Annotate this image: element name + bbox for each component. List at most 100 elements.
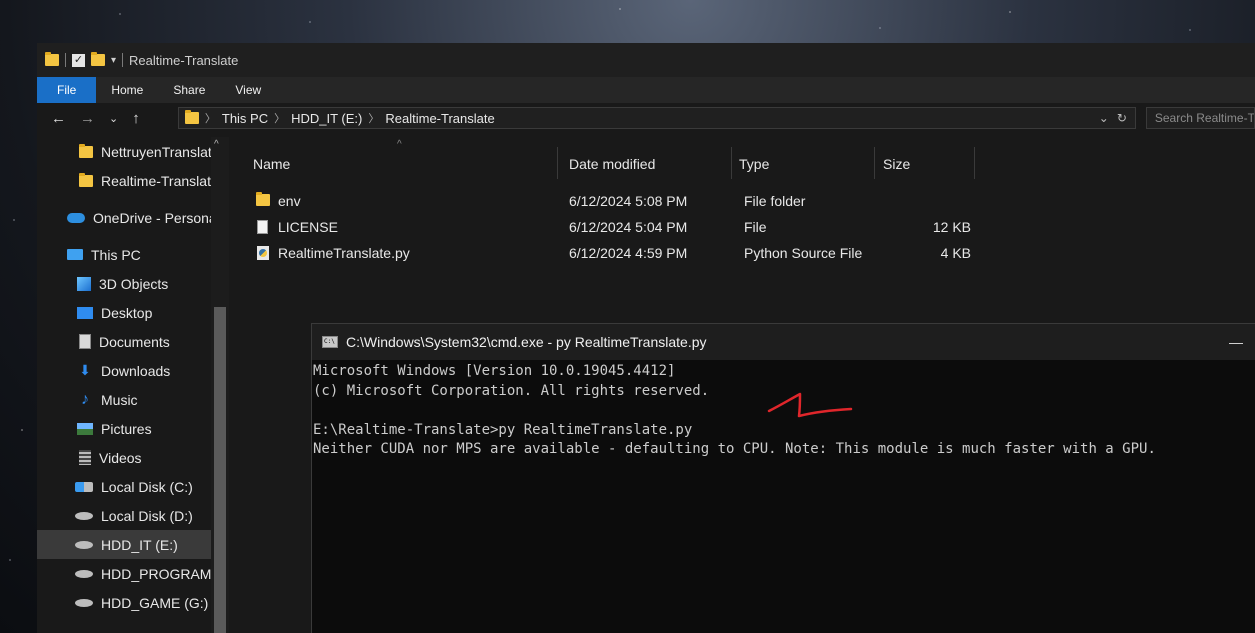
- navigation-buttons: ← → ⌄ ↑: [37, 110, 178, 127]
- file-size: 4 KB: [940, 245, 971, 261]
- window-title: Realtime-Translate: [129, 52, 239, 68]
- search-input[interactable]: Search Realtime-Translate: [1145, 107, 1255, 129]
- sidebar-item-label: Documents: [99, 333, 170, 350]
- column-divider[interactable]: [874, 147, 875, 179]
- folder-icon-wrap: [256, 192, 270, 208]
- sidebar-item-label: Music: [101, 391, 138, 408]
- sidebar-item-3d-objects[interactable]: 3D Objects: [37, 269, 229, 298]
- column-divider[interactable]: [557, 147, 558, 179]
- file-row-env[interactable]: env 6/12/2024 5:08 PM File folder: [229, 188, 1255, 214]
- address-bar[interactable]: 〉 This PC 〉 HDD_IT (E:) 〉 Realtime-Trans…: [177, 107, 1136, 129]
- annotation-stroke: [767, 392, 853, 418]
- python-file-icon-wrap: [257, 246, 269, 260]
- breadcrumb-realtime-translate[interactable]: Realtime-Translate: [385, 111, 494, 126]
- documents-icon: [79, 334, 91, 349]
- sidebar-item-label: HDD_IT (E:): [101, 536, 178, 553]
- sidebar-item-label: 3D Objects: [99, 275, 169, 292]
- breadcrumb-chevron-icon[interactable]: 〉: [205, 110, 216, 126]
- sidebar-item-label: Downloads: [101, 362, 171, 379]
- sidebar-item-label: Desktop: [101, 304, 153, 321]
- tab-view[interactable]: View: [220, 77, 276, 103]
- sidebar-item-local-disk-c[interactable]: Local Disk (C:): [37, 472, 229, 501]
- file-name: LICENSE: [278, 219, 338, 235]
- sidebar-item-local-disk-d[interactable]: Local Disk (D:): [37, 501, 229, 530]
- refresh-icon[interactable]: ↻: [1117, 111, 1127, 125]
- sidebar-item-label: HDD_GAME (G:): [101, 594, 209, 611]
- file-date: 6/12/2024 4:59 PM: [569, 245, 688, 261]
- sidebar-item-videos[interactable]: Videos: [37, 443, 229, 472]
- pictures-icon: [77, 422, 93, 435]
- tab-file[interactable]: File: [37, 77, 97, 103]
- command-prompt-window[interactable]: C:\ C:\Windows\System32\cmd.exe - py Rea…: [311, 323, 1255, 633]
- column-name[interactable]: Name: [247, 149, 557, 179]
- videos-icon: [79, 450, 91, 465]
- disk-icon: [75, 569, 93, 578]
- breadcrumb-chevron-icon[interactable]: 〉: [274, 110, 285, 126]
- disk-icon: [75, 598, 93, 607]
- computer-icon: [67, 249, 83, 260]
- onedrive-icon: [67, 212, 85, 223]
- file-name: env: [278, 193, 301, 209]
- 3d-objects-icon: [77, 276, 91, 291]
- column-size[interactable]: Size: [877, 149, 973, 179]
- breadcrumb-this-pc[interactable]: This PC: [222, 111, 268, 126]
- tab-share[interactable]: Share: [158, 77, 220, 103]
- explorer-titlebar: ✓ ▾ Realtime-Translate: [37, 43, 1255, 77]
- file-size: 12 KB: [932, 219, 971, 235]
- recent-locations-chevron-icon[interactable]: ⌄: [109, 112, 118, 125]
- desktop-icon: [77, 306, 93, 319]
- sidebar-item-realtime-translate[interactable]: Realtime-Translate: [37, 166, 229, 195]
- cmd-titlebar[interactable]: C:\ C:\Windows\System32\cmd.exe - py Rea…: [312, 324, 1255, 360]
- new-folder-icon[interactable]: [91, 52, 105, 66]
- column-headers: ^ Name Date modified Type Size: [229, 137, 1255, 189]
- sidebar-item-label: HDD_PROGRAM: [101, 565, 212, 582]
- python-file-icon: [257, 246, 269, 260]
- sidebar-item-hdd-game[interactable]: HDD_GAME (G:): [37, 588, 229, 617]
- file-name: RealtimeTranslate.py: [278, 245, 410, 261]
- sidebar-scrollbar[interactable]: ^: [211, 137, 229, 633]
- sidebar-item-label: Local Disk (C:): [101, 478, 193, 495]
- properties-check-icon[interactable]: ✓: [72, 53, 85, 67]
- cmd-app-icon: C:\: [322, 336, 338, 348]
- breadcrumb-hdd-it[interactable]: HDD_IT (E:): [291, 111, 362, 126]
- file-type: Python Source File: [744, 245, 863, 261]
- column-divider[interactable]: [974, 147, 975, 179]
- file-icon: [257, 220, 268, 234]
- quick-access-dropdown-icon[interactable]: ▾: [111, 55, 116, 66]
- back-arrow-icon[interactable]: ←: [51, 110, 66, 127]
- up-arrow-icon[interactable]: ↑: [132, 110, 140, 127]
- sidebar-item-pictures[interactable]: Pictures: [37, 414, 229, 443]
- sidebar-item-downloads[interactable]: ⬇ Downloads: [37, 356, 229, 385]
- titlebar-separator: [122, 53, 124, 67]
- sidebar-item-documents[interactable]: Documents: [37, 327, 229, 356]
- system-disk-icon: [75, 481, 93, 492]
- chevron-down-icon[interactable]: ⌄: [1099, 111, 1109, 125]
- sidebar-item-hdd-it[interactable]: HDD_IT (E:): [37, 530, 229, 559]
- minimize-icon[interactable]: —: [1229, 334, 1243, 350]
- breadcrumb-chevron-icon[interactable]: 〉: [368, 110, 379, 126]
- sidebar-item-label: Pictures: [101, 420, 152, 437]
- file-type: File: [744, 219, 767, 235]
- forward-arrow-icon[interactable]: →: [80, 110, 95, 127]
- sidebar-item-label: Videos: [99, 449, 142, 466]
- sidebar-item-label: This PC: [91, 246, 141, 263]
- scrollbar-thumb[interactable]: [214, 307, 226, 633]
- column-date-modified[interactable]: Date modified: [563, 149, 729, 179]
- sidebar-item-desktop[interactable]: Desktop: [37, 298, 229, 327]
- file-icon-wrap: [257, 220, 268, 234]
- sidebar-item-nettruyentranslate[interactable]: NettruyenTranslate: [37, 137, 229, 166]
- ribbon-tabs: File Home Share View: [37, 77, 1255, 103]
- sidebar-item-onedrive[interactable]: OneDrive - Personal: [37, 203, 229, 232]
- column-type[interactable]: Type: [733, 149, 873, 179]
- column-divider[interactable]: [731, 147, 732, 179]
- sidebar-item-hdd-program[interactable]: HDD_PROGRAM: [37, 559, 229, 588]
- folder-icon: [256, 192, 270, 206]
- cmd-line: Microsoft Windows [Version 10.0.19045.44…: [313, 363, 676, 379]
- sidebar-item-label: NettruyenTranslate: [101, 143, 220, 160]
- file-row-license[interactable]: LICENSE 6/12/2024 5:04 PM File 12 KB: [229, 214, 1255, 240]
- sidebar-item-this-pc[interactable]: This PC: [37, 240, 229, 269]
- sidebar-item-music[interactable]: ♪ Music: [37, 385, 229, 414]
- file-row-realtimetranslate-py[interactable]: RealtimeTranslate.py 6/12/2024 4:59 PM P…: [229, 240, 1255, 266]
- scroll-up-icon[interactable]: ^: [214, 139, 219, 150]
- tab-home[interactable]: Home: [96, 77, 158, 103]
